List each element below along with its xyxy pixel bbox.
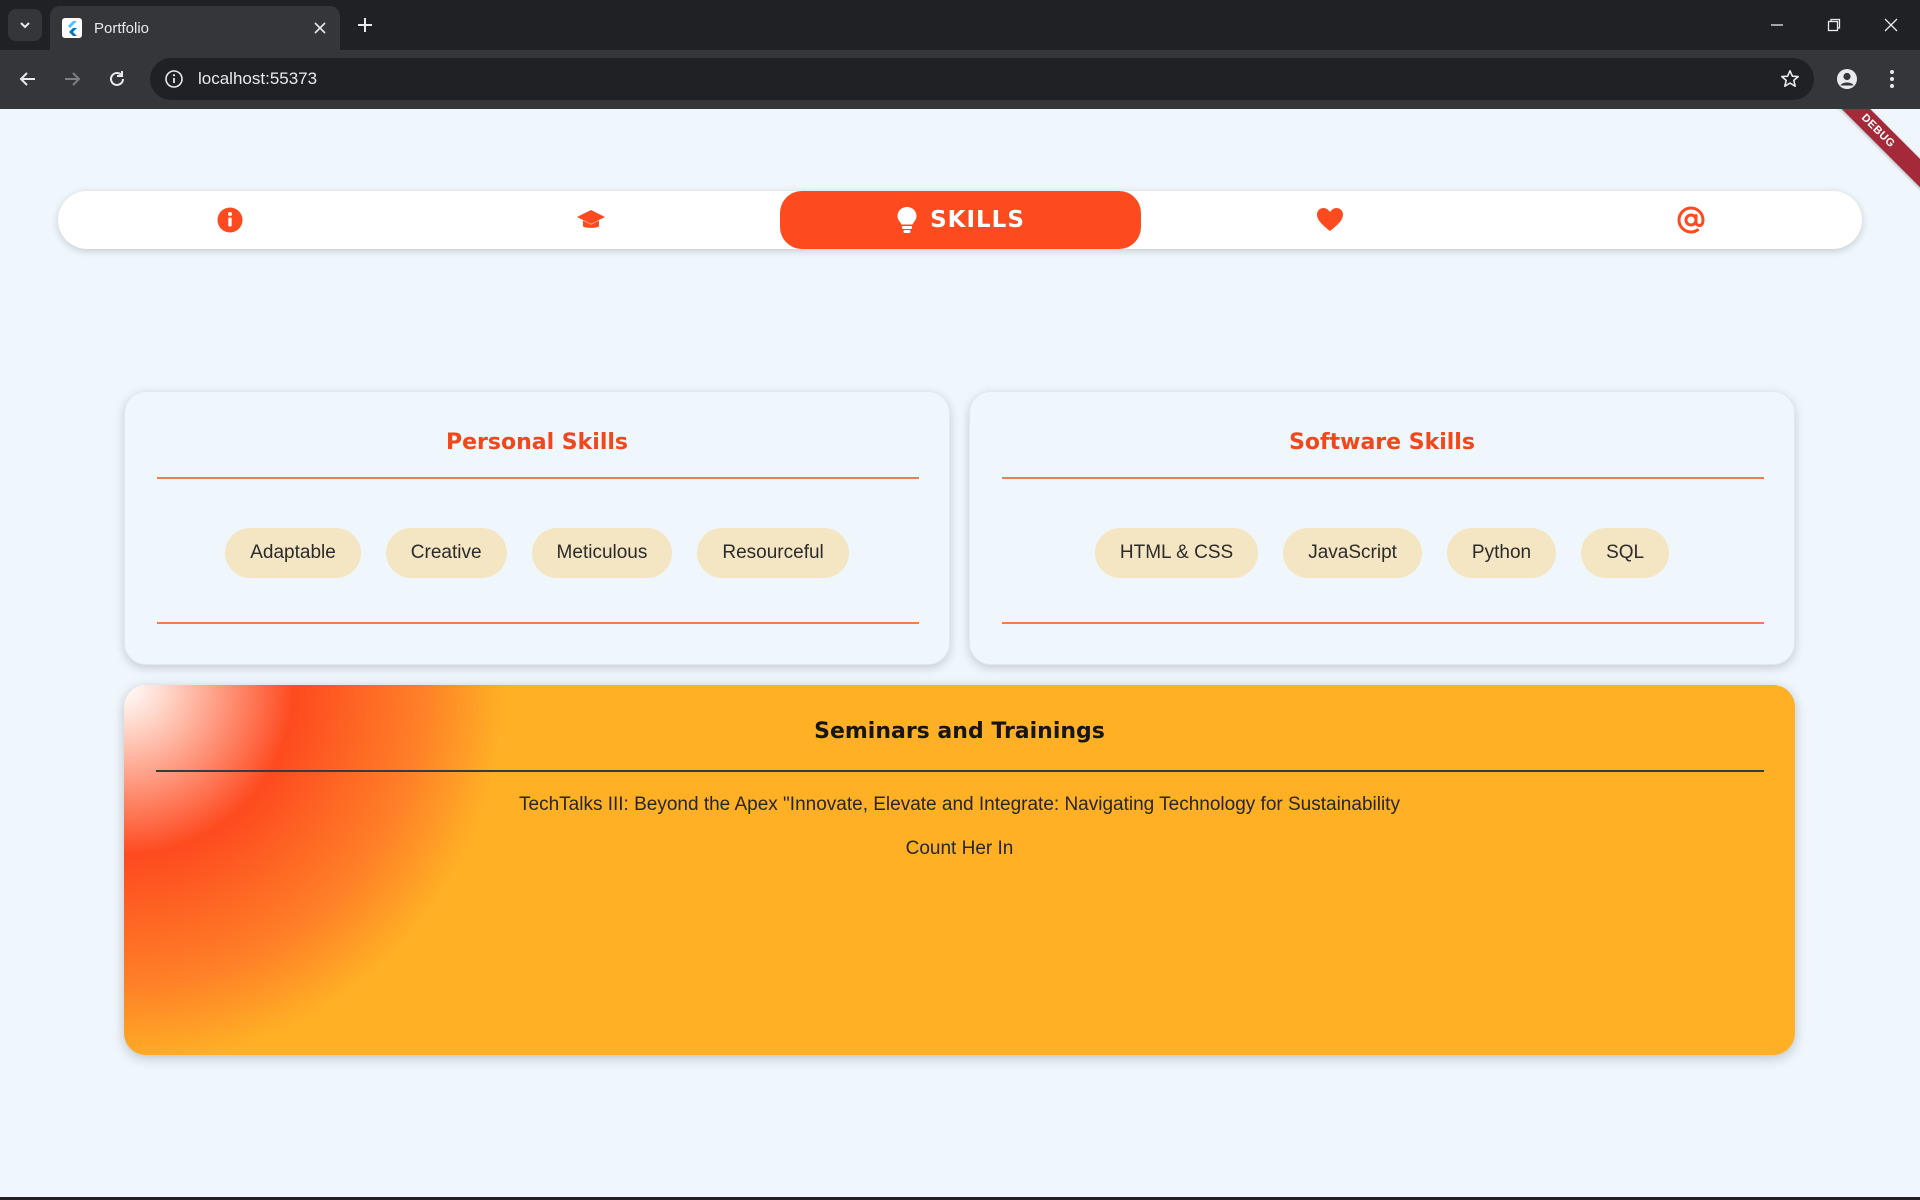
skill-chip: JavaScript — [1283, 528, 1422, 578]
arrow-left-icon — [19, 72, 35, 86]
reload-button[interactable] — [102, 64, 132, 94]
back-button[interactable] — [13, 64, 43, 94]
restore-icon — [1827, 18, 1841, 32]
restore-button[interactable] — [1819, 10, 1849, 40]
address-bar[interactable]: localhost:55373 — [150, 58, 1814, 100]
skill-chip: Resourceful — [697, 528, 849, 578]
tab-search-button[interactable] — [8, 9, 42, 41]
skill-chip: SQL — [1581, 528, 1670, 578]
skill-chip: Python — [1446, 528, 1557, 578]
forward-button[interactable] — [57, 64, 87, 94]
nav-about[interactable] — [58, 191, 402, 249]
divider — [157, 622, 919, 624]
close-icon — [314, 22, 326, 34]
skill-chip: Adaptable — [225, 528, 361, 578]
divider — [1002, 477, 1764, 479]
url-text: localhost:55373 — [198, 69, 318, 88]
software-skills-title: Software Skills — [1289, 430, 1475, 455]
seminar-item: Count Her In — [905, 838, 1014, 859]
site-info-button[interactable] — [162, 67, 186, 91]
seminars-title: Seminars and Trainings — [814, 719, 1105, 744]
browser-toolbar: localhost:55373 — [0, 50, 1920, 109]
minimize-button[interactable] — [1762, 10, 1792, 40]
profile-button[interactable] — [1832, 64, 1862, 94]
personal-skills-chips: Adaptable Creative Meticulous Resourcefu… — [125, 528, 949, 578]
minimize-icon — [1771, 24, 1783, 26]
star-icon — [1781, 70, 1799, 87]
chevron-down-icon — [20, 22, 30, 29]
seminar-item: TechTalks III: Beyond the Apex "Innovate… — [519, 794, 1400, 815]
browser-tabstrip: Portfolio — [0, 0, 1920, 50]
nav-contact[interactable] — [1519, 191, 1862, 249]
personal-skills-card: Personal Skills Adaptable Creative Metic… — [124, 391, 950, 665]
software-skills-chips: HTML & CSS JavaScript Python SQL — [970, 528, 1794, 578]
new-tab-button[interactable] — [352, 12, 378, 38]
seminars-card: Seminars and Trainings TechTalks III: Be… — [124, 685, 1795, 1055]
browser-tab[interactable]: Portfolio — [50, 6, 340, 50]
tab-close-button[interactable] — [310, 18, 330, 38]
info-icon — [165, 70, 183, 88]
software-skills-card: Software Skills HTML & CSS JavaScript Py… — [969, 391, 1795, 665]
at-sign-icon — [1676, 206, 1705, 234]
info-icon — [217, 207, 243, 233]
tab-title: Portfolio — [94, 19, 150, 37]
personal-skills-title: Personal Skills — [445, 430, 628, 455]
close-icon — [1884, 18, 1898, 32]
divider — [1002, 622, 1764, 624]
nav-skills[interactable]: SKILLS — [780, 191, 1141, 249]
flutter-icon — [62, 18, 82, 38]
arrow-right-icon — [65, 72, 81, 86]
account-icon — [1837, 69, 1857, 89]
nav-interests[interactable] — [1158, 191, 1502, 249]
debug-banner: DEBUG — [1814, 109, 1920, 195]
nav-education[interactable] — [419, 191, 763, 249]
section-navbar: SKILLS — [58, 191, 1862, 249]
nav-skills-label: SKILLS — [930, 207, 1025, 233]
plus-icon — [358, 18, 372, 32]
close-window-button[interactable] — [1876, 10, 1906, 40]
bookmark-button[interactable] — [1776, 65, 1804, 93]
divider — [157, 477, 919, 479]
browser-menu-button[interactable] — [1877, 64, 1907, 94]
page-viewport: DEBUG SKILLS Personal Skills Adaptable C… — [0, 109, 1920, 1197]
reload-icon — [110, 71, 124, 86]
skill-chip: HTML & CSS — [1094, 528, 1259, 578]
heart-icon — [1317, 208, 1343, 231]
skill-chip: Meticulous — [531, 528, 673, 578]
divider — [156, 770, 1764, 772]
graduation-cap-icon — [577, 210, 605, 228]
lightbulb-icon — [897, 207, 917, 233]
skill-chip: Creative — [385, 528, 507, 578]
kebab-menu-icon — [1890, 70, 1894, 88]
